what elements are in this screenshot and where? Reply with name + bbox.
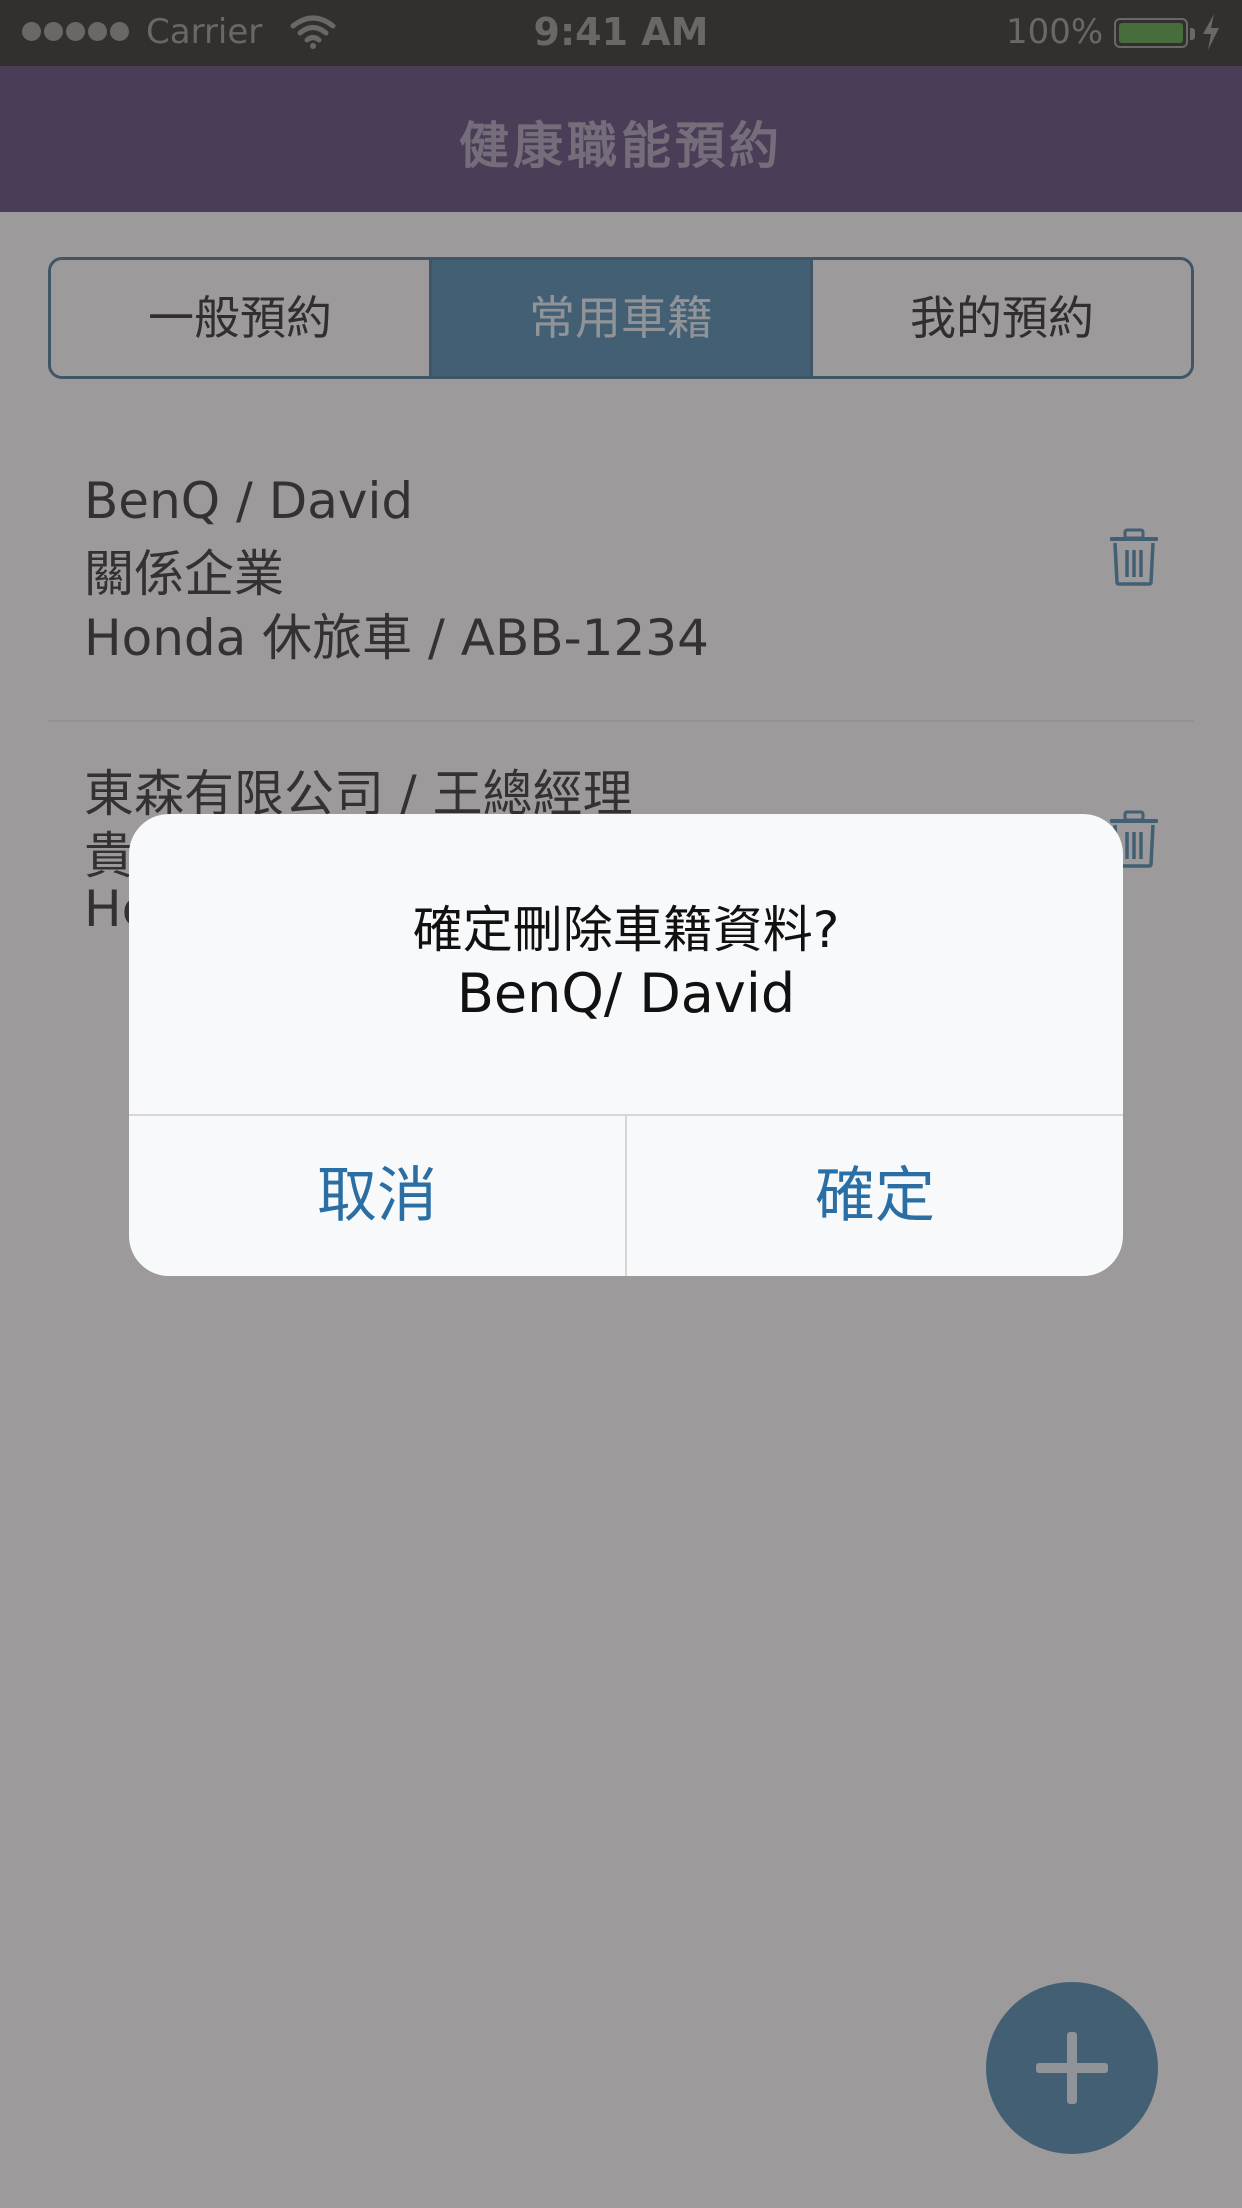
confirm-button[interactable]: 確定	[627, 1116, 1123, 1276]
dialog-subtitle: BenQ/ David	[456, 962, 796, 1025]
cancel-button[interactable]: 取消	[129, 1116, 625, 1276]
delete-confirm-dialog: 確定刪除車籍資料? BenQ/ David 取消 確定	[129, 814, 1123, 1276]
dialog-title: 確定刪除車籍資料?	[412, 901, 840, 959]
